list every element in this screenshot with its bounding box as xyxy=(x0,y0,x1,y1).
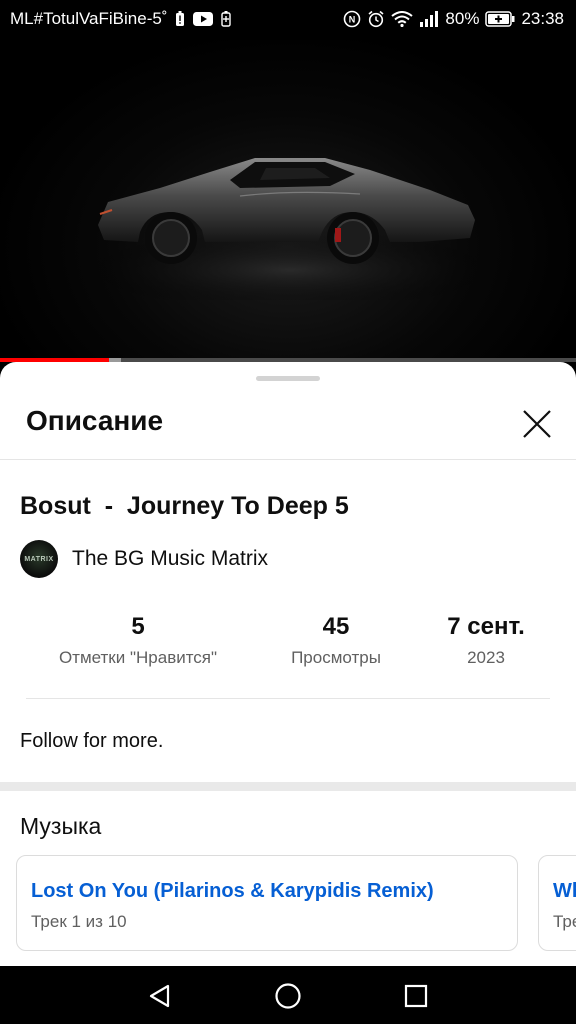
track-title[interactable]: Wh xyxy=(553,880,576,903)
description-text: Follow for more. xyxy=(20,730,164,752)
status-left: ML#TotulVaFiBine-5˚ xyxy=(10,9,232,29)
stat-views-value: 45 xyxy=(322,613,350,640)
video-title: Bosut - Journey To Deep 5 xyxy=(20,492,349,520)
music-heading: Музыка xyxy=(20,813,102,839)
track-subtitle: Трек 1 из 10 xyxy=(31,912,127,931)
stat-likes-label: Отметки "Нравится" xyxy=(58,648,218,667)
clock: 23:38 xyxy=(521,9,564,28)
section-separator xyxy=(0,782,576,791)
system-nav-bar xyxy=(0,966,576,1024)
status-bar: ML#TotulVaFiBine-5˚ N 80% 23:38 xyxy=(0,0,576,40)
battery-charging-icon xyxy=(221,11,232,27)
stat-likes: 5 Отметки "Нравится" xyxy=(20,612,256,670)
drag-handle[interactable] xyxy=(256,376,320,381)
video-player[interactable] xyxy=(0,40,576,358)
track-card-2[interactable]: Wh Тре xyxy=(538,855,576,951)
recents-square-icon xyxy=(404,984,428,1008)
alarm-icon xyxy=(367,10,385,28)
sheet-title: Описание xyxy=(26,405,164,436)
stats-row: 5 Отметки "Нравится" 45 Просмотры 7 сент… xyxy=(20,612,556,672)
description-sheet: Описание Bosut - Journey To Deep 5 MATRI… xyxy=(0,362,576,966)
video-thumbnail-car xyxy=(90,158,490,300)
track-title[interactable]: Lost On You (Pilarinos & Karypidis Remix… xyxy=(31,880,434,903)
status-right: N 80% 23:38 xyxy=(343,9,564,29)
stat-likes-value: 5 xyxy=(131,613,145,640)
stat-views: 45 Просмотры xyxy=(256,612,416,670)
battery-alert-icon xyxy=(175,11,185,27)
stat-date: 7 сент. 2023 xyxy=(416,612,556,670)
home-circle-icon xyxy=(275,983,301,1009)
battery-percent: 80% xyxy=(445,9,480,28)
recents-button[interactable] xyxy=(396,976,436,1016)
channel-name[interactable]: The BG Music Matrix xyxy=(72,547,268,571)
stat-date-label: 2023 xyxy=(467,648,505,667)
home-button[interactable] xyxy=(268,976,308,1016)
svg-text:N: N xyxy=(349,15,356,25)
battery-icon xyxy=(485,11,515,27)
carrier-text: ML#TotulVaFiBine-5˚ xyxy=(10,9,168,28)
stat-views-label: Просмотры xyxy=(291,648,381,667)
avatar-logo-text: MATRIX xyxy=(24,555,54,563)
sheet-header: Описание xyxy=(0,382,576,460)
signal-icon xyxy=(419,11,439,27)
wifi-icon xyxy=(391,11,414,27)
channel-row[interactable]: MATRIX The BG Music Matrix xyxy=(20,540,268,578)
close-icon xyxy=(523,410,551,438)
channel-avatar[interactable]: MATRIX xyxy=(20,540,58,578)
stat-date-value: 7 сент. xyxy=(447,613,525,640)
close-button[interactable] xyxy=(515,402,559,446)
nfc-icon: N xyxy=(343,10,361,28)
divider xyxy=(26,698,550,699)
back-button[interactable] xyxy=(140,976,180,1016)
back-triangle-icon xyxy=(149,984,170,1008)
track-card-1[interactable]: Lost On You (Pilarinos & Karypidis Remix… xyxy=(16,855,518,951)
track-subtitle: Тре xyxy=(553,912,576,931)
youtube-icon xyxy=(193,12,214,26)
